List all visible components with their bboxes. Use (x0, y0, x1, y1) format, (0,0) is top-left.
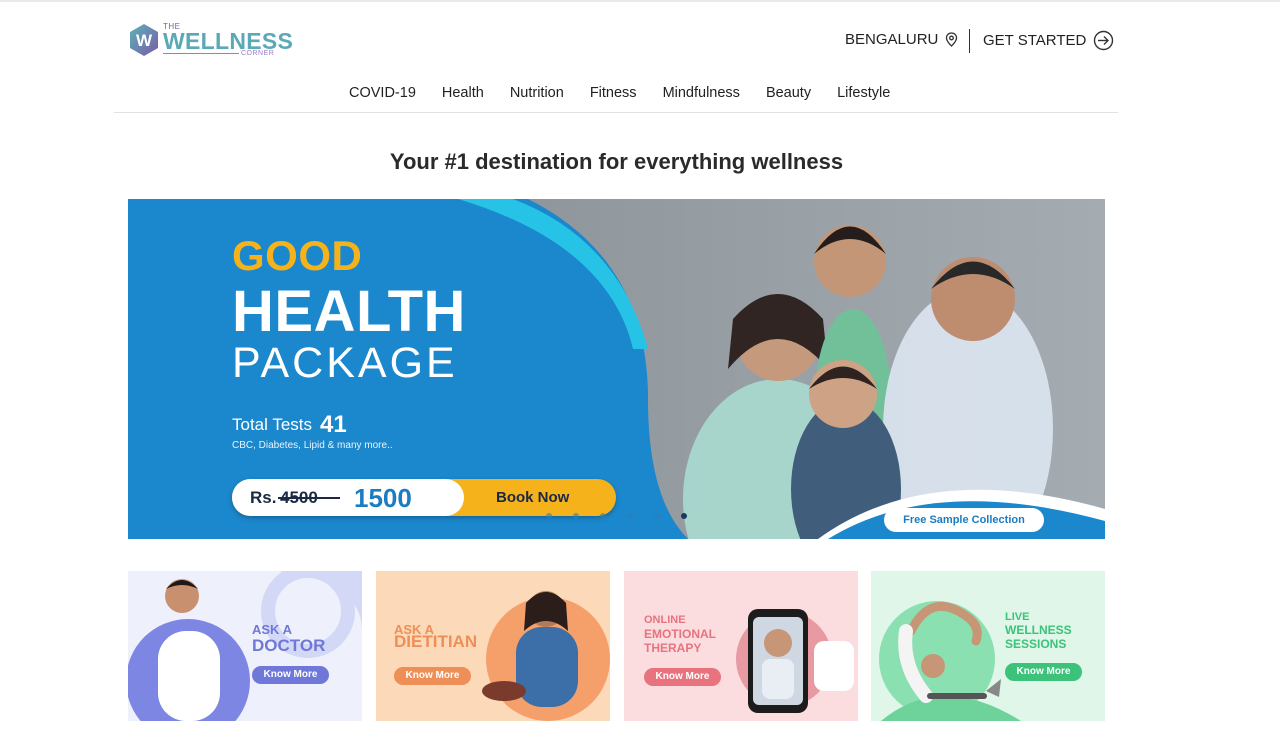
hero-banner[interactable]: GOOD HEALTH PACKAGE Total Tests 41 CBC, D… (128, 199, 1105, 539)
book-now-button[interactable]: Book Now (496, 489, 569, 506)
header-divider (969, 29, 970, 53)
price-prefix: Rs. (250, 488, 277, 507)
card-line-sessions: SESSIONS (1005, 637, 1067, 651)
site-logo[interactable]: W THE WELLNESS CORNER (127, 20, 293, 62)
get-started-label: GET STARTED (983, 32, 1087, 49)
free-sample-collection-badge[interactable]: Free Sample Collection (884, 508, 1044, 532)
card-ask-doctor-bg (128, 571, 362, 721)
new-price: 1500 (354, 483, 412, 513)
carousel-dot[interactable] (654, 513, 660, 519)
card-ask-doctor[interactable]: ASK A DOCTOR Know More (128, 571, 362, 721)
total-tests-label: Total Tests (232, 415, 313, 434)
carousel-dots (546, 513, 687, 519)
nav-item-mindfulness[interactable]: Mindfulness (663, 85, 740, 101)
city-selector[interactable]: BENGALURU (845, 31, 958, 48)
card-small-label: ASK A (252, 622, 292, 637)
carousel-dot[interactable] (573, 513, 579, 519)
card-line-wellness: WELLNESS (1005, 623, 1072, 637)
card-line-therapy: THERAPY (644, 641, 702, 655)
nav-divider (114, 112, 1118, 113)
nav-item-covid19[interactable]: COVID-19 (349, 85, 416, 101)
banner-health-text: HEALTH (232, 279, 466, 344)
know-more-button[interactable]: Know More (1005, 663, 1082, 681)
card-big-label: DOCTOR (252, 636, 326, 655)
top-border (0, 0, 1280, 2)
nav-item-nutrition[interactable]: Nutrition (510, 85, 564, 101)
nav-item-lifestyle[interactable]: Lifestyle (837, 85, 890, 101)
total-tests-value: 41 (320, 411, 347, 438)
old-price-strike (278, 497, 340, 499)
know-more-button[interactable]: Know More (644, 668, 721, 686)
location-pin-icon (946, 32, 958, 47)
banner-total-tests: Total Tests 41 (232, 411, 347, 439)
nav-item-beauty[interactable]: Beauty (766, 85, 811, 101)
nav-item-fitness[interactable]: Fitness (590, 85, 637, 101)
carousel-dot-active[interactable] (681, 513, 687, 519)
card-line-live: LIVE (1005, 611, 1030, 623)
banner-tests-desc: CBC, Diabetes, Lipid & many more.. (232, 440, 393, 451)
card-line-emotional: EMOTIONAL (644, 627, 716, 641)
banner-price-pill[interactable]: Rs. 4500 1500 Book Now (232, 479, 616, 516)
carousel-dot[interactable] (546, 513, 552, 519)
logo-rule (163, 53, 239, 54)
logo-corner-text: CORNER (241, 50, 275, 57)
card-big-label: DIETITIAN (394, 632, 478, 651)
card-wellness-sessions-bg (871, 571, 1105, 721)
know-more-button[interactable]: Know More (252, 666, 329, 684)
card-line-online: ONLINE (644, 614, 686, 626)
banner-good-text: GOOD (232, 232, 363, 279)
logo-mark-icon: W (130, 24, 158, 56)
know-more-button[interactable]: Know More (394, 667, 471, 685)
card-emotional-therapy[interactable]: ONLINE EMOTIONAL THERAPY Know More (624, 571, 858, 721)
card-ask-dietitian[interactable]: ASK A DIETITIAN Know More (376, 571, 610, 721)
carousel-dot[interactable] (627, 513, 633, 519)
nav-item-health[interactable]: Health (442, 85, 484, 101)
city-label: BENGALURU (845, 31, 939, 48)
card-wellness-sessions[interactable]: LIVE WELLNESS SESSIONS Know More (871, 571, 1105, 721)
get-started-button[interactable]: GET STARTED (983, 30, 1114, 51)
carousel-dot[interactable] (600, 513, 606, 519)
page-headline: Your #1 destination for everything welln… (389, 149, 844, 174)
banner-package-text: PACKAGE (232, 339, 458, 387)
svg-text:W: W (136, 31, 153, 50)
arrow-right-circle-icon (1094, 30, 1114, 51)
main-nav: COVID-19 Health Nutrition Fitness Mindfu… (349, 85, 916, 101)
